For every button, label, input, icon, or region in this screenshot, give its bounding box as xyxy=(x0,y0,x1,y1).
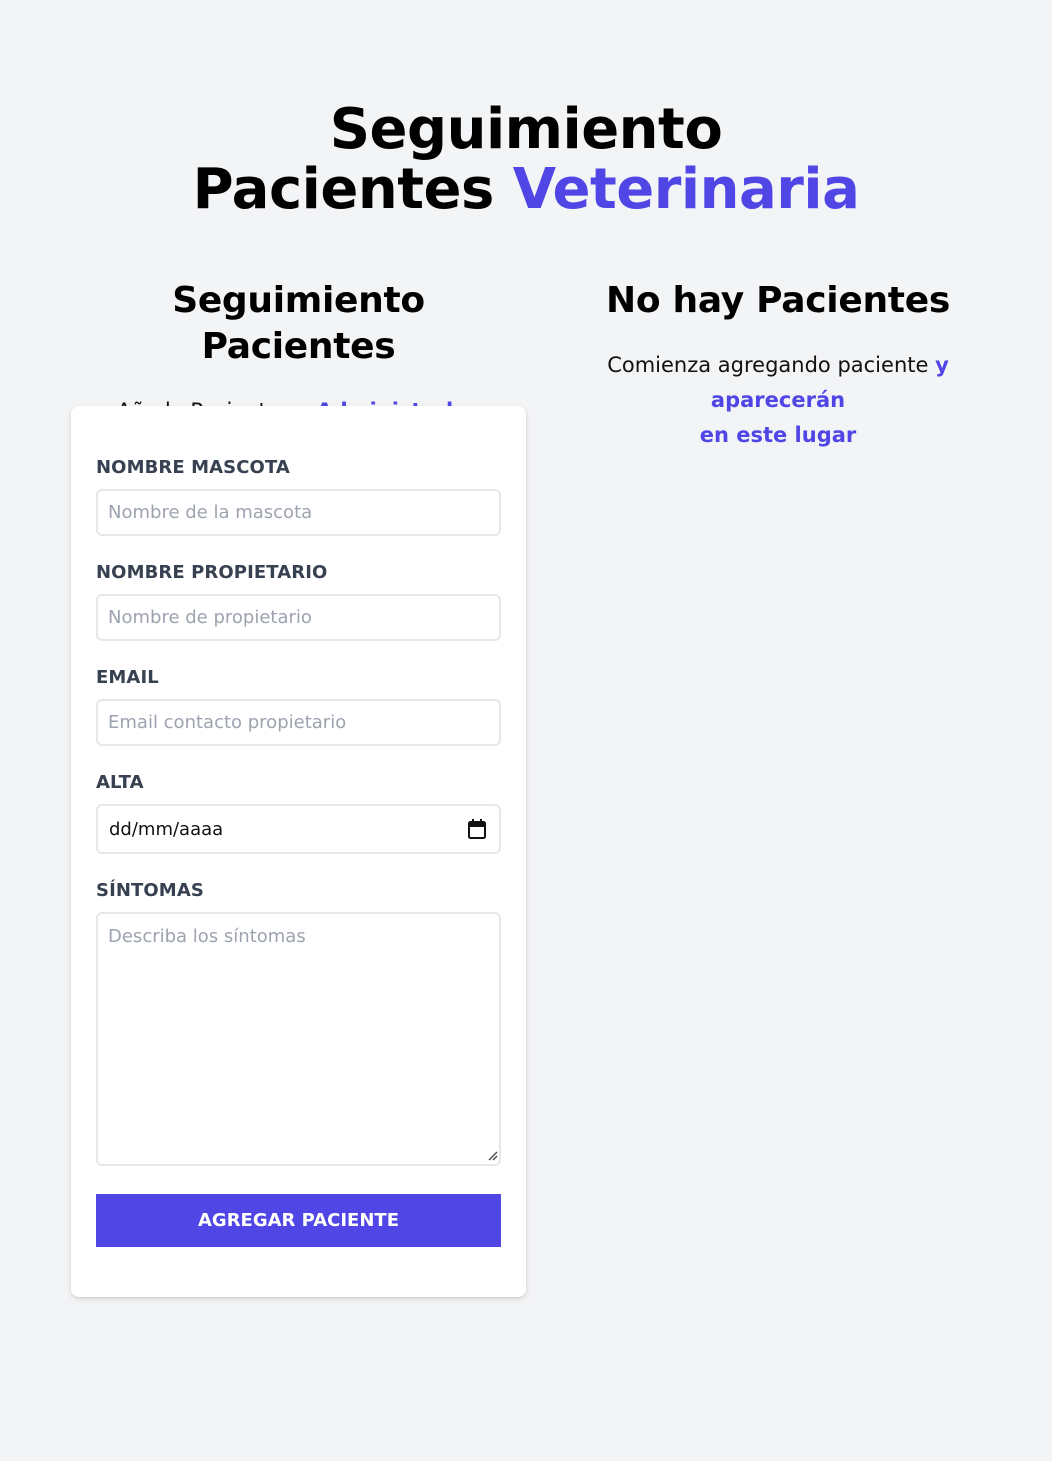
discharge-date-value: dd/mm/aaaa xyxy=(109,819,224,840)
calendar-icon[interactable] xyxy=(468,819,486,839)
pet-name-input[interactable] xyxy=(96,489,501,536)
discharge-date-input[interactable]: dd/mm/aaaa xyxy=(96,804,501,854)
add-patient-button[interactable]: AGREGAR PACIENTE xyxy=(96,1194,501,1247)
page: Seguimiento Pacientes Veterinaria Seguim… xyxy=(0,0,1052,1461)
owner-name-label: NOMBRE PROPIETARIO xyxy=(96,562,328,583)
list-subtitle-text: Comienza agregando paciente xyxy=(607,353,929,377)
pet-name-label: NOMBRE MASCOTA xyxy=(96,457,290,478)
page-title: Seguimiento Pacientes Veterinaria xyxy=(0,100,1052,220)
patient-list-subtitle: Comienza agregando paciente y aparecerán… xyxy=(548,348,1008,453)
page-title-line1: Seguimiento xyxy=(329,97,723,162)
patient-form: NOMBRE MASCOTA NOMBRE PROPIETARIO EMAIL … xyxy=(71,406,526,1297)
owner-name-input[interactable] xyxy=(96,594,501,641)
symptoms-label: SÍNTOMAS xyxy=(96,880,204,901)
form-section-title: Seguimiento Pacientes xyxy=(172,280,425,367)
resize-grip-icon[interactable] xyxy=(486,1149,498,1161)
discharge-date-label: ALTA xyxy=(96,772,144,793)
page-title-line2: Pacientes xyxy=(192,157,495,222)
symptoms-textarea[interactable] xyxy=(96,912,501,1166)
email-label: EMAIL xyxy=(96,667,159,688)
list-subtitle-accent-2: en este lugar xyxy=(699,423,857,447)
patient-list-section: No hay Pacientes Comienza agregando paci… xyxy=(548,278,1008,453)
page-title-accent: Veterinaria xyxy=(512,157,860,222)
patient-list-title: No hay Pacientes xyxy=(606,280,950,321)
email-input[interactable] xyxy=(96,699,501,746)
